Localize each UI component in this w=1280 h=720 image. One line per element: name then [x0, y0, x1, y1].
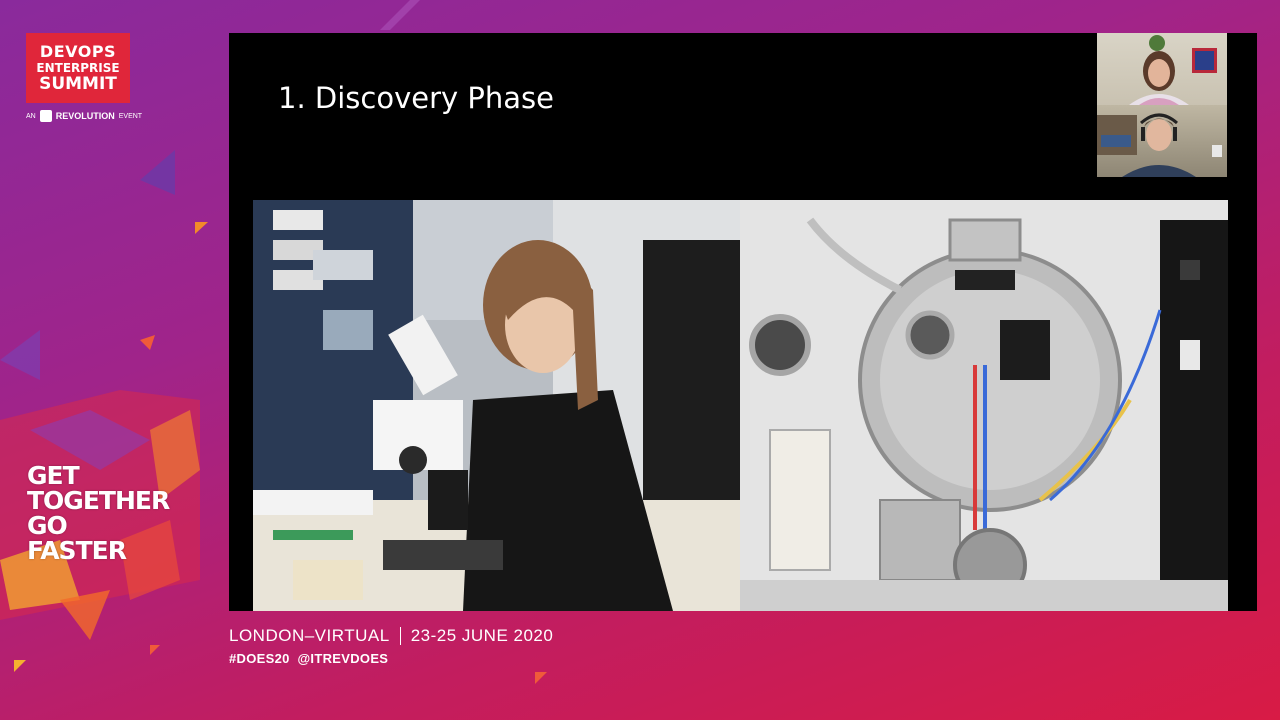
- decorative-shapes: [0, 150, 208, 672]
- tagline-line2: TOGETHER: [27, 486, 170, 515]
- footer-divider: [399, 627, 401, 645]
- tagline-line4: FASTER: [27, 536, 127, 565]
- vacuum-chamber-image: [740, 200, 1228, 611]
- lab-photo-left: [253, 200, 740, 611]
- event-dates: 23-25 JUNE 2020: [410, 626, 554, 645]
- event-hashtags: #DOES20 @ITREVDOES: [229, 651, 389, 666]
- decorative-triangle: [535, 672, 547, 684]
- tagline-line3: GO: [27, 511, 68, 540]
- speaker-webcams: [1097, 33, 1227, 177]
- microscope-scene-image: [253, 200, 740, 611]
- webcam-speaker-2: [1097, 105, 1227, 177]
- speaker-2-video: [1097, 113, 1222, 177]
- slide-title: 1. Discovery Phase: [278, 81, 554, 115]
- lab-photo-right: [740, 200, 1228, 611]
- tagline: GET TOGETHER GO FASTER: [27, 461, 170, 565]
- speaker-1-video: [1129, 35, 1217, 105]
- tagline-line1: GET: [27, 461, 80, 490]
- event-location: LONDON–VIRTUAL: [229, 626, 390, 645]
- event-location-dates: LONDON–VIRTUAL 23-25 JUNE 2020: [229, 626, 553, 646]
- webcam-speaker-1: [1097, 33, 1227, 105]
